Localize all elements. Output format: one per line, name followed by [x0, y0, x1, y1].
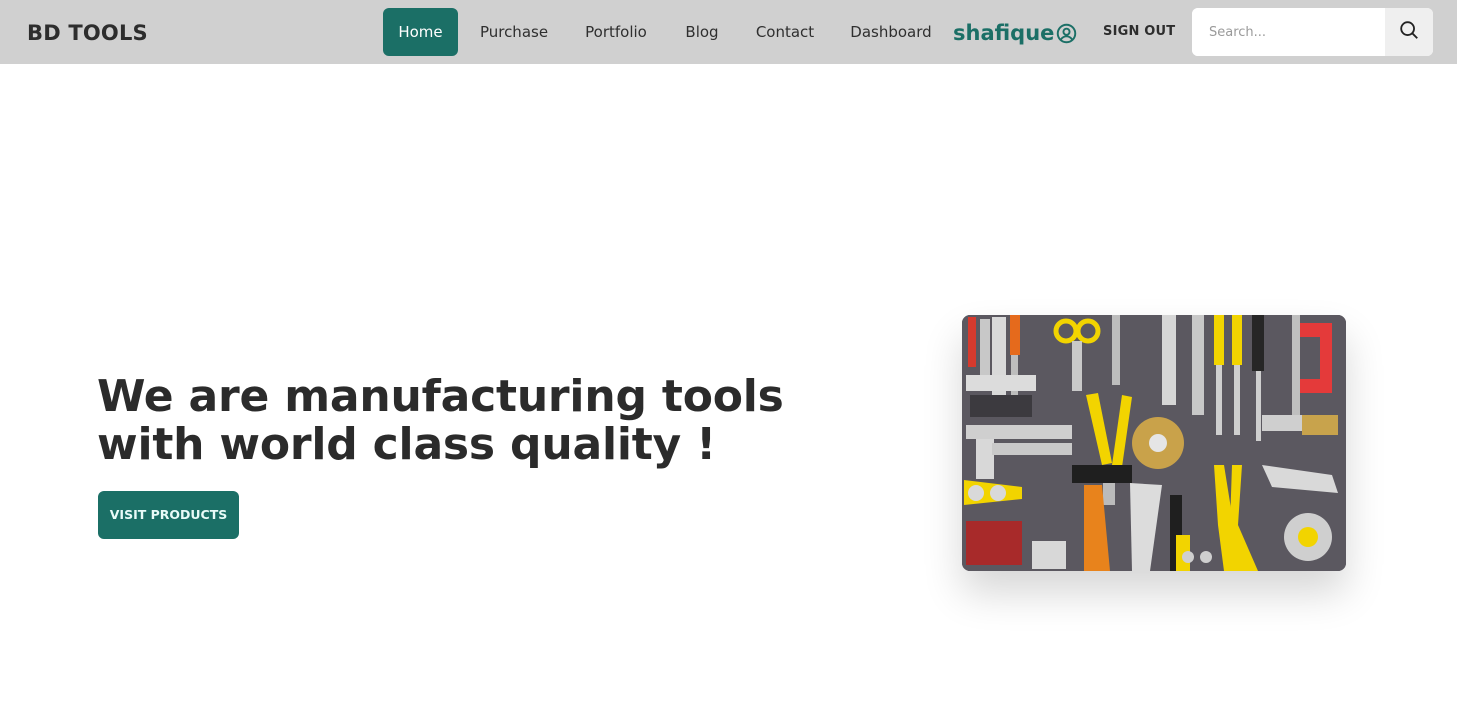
- nav-dashboard[interactable]: Dashboard: [843, 8, 939, 56]
- visit-products-button[interactable]: VISIT PRODUCTS: [98, 491, 239, 539]
- nav-home[interactable]: Home: [383, 8, 458, 56]
- brand-logo[interactable]: BD TOOLS: [27, 20, 148, 46]
- search-icon: [1398, 19, 1420, 46]
- search-box: [1192, 8, 1433, 56]
- search-button[interactable]: [1385, 8, 1433, 56]
- navbar: BD TOOLS Home Purchase Portfolio Blog Co…: [0, 0, 1457, 64]
- sign-out-button[interactable]: SIGN OUT: [1103, 22, 1175, 42]
- nav-portfolio[interactable]: Portfolio: [576, 8, 656, 56]
- user-name-label: shafique: [953, 21, 1055, 45]
- nav-contact[interactable]: Contact: [748, 8, 822, 56]
- search-input[interactable]: [1192, 8, 1385, 56]
- nav-blog[interactable]: Blog: [676, 8, 728, 56]
- user-circle-icon: [1056, 23, 1077, 44]
- tools-flatlay-image: [962, 315, 1346, 571]
- user-profile[interactable]: shafique: [953, 18, 1077, 48]
- hero-title: We are manufacturing tools with world cl…: [97, 371, 784, 470]
- nav-purchase[interactable]: Purchase: [472, 8, 556, 56]
